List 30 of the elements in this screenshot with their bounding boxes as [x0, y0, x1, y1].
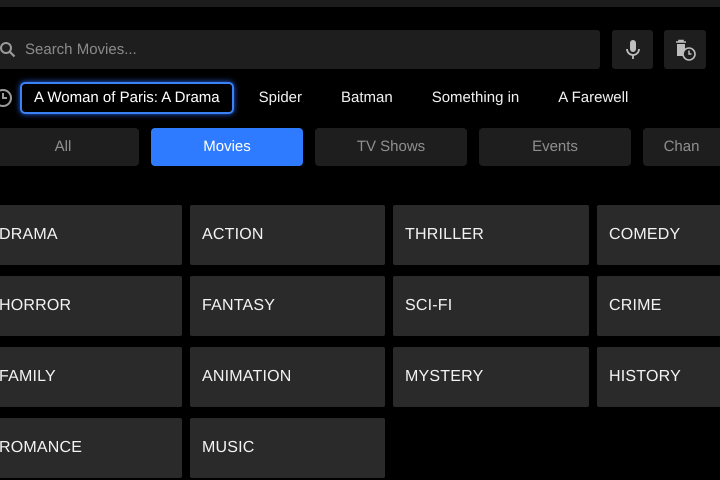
genre-tile[interactable]: MUSIC	[190, 418, 385, 478]
genre-tile[interactable]: COMEDY	[597, 205, 720, 265]
search-field[interactable]: Search Movies...	[0, 30, 600, 69]
recent-search-chip[interactable]: Something in	[418, 82, 534, 114]
recent-search-chip[interactable]: Batman	[327, 82, 407, 114]
genre-tile[interactable]: FAMILY	[0, 347, 182, 407]
filter-tab[interactable]: TV Shows	[315, 128, 467, 166]
clear-history-button[interactable]	[664, 30, 706, 69]
genre-tile[interactable]: CRIME	[597, 276, 720, 336]
genre-tile[interactable]: HISTORY	[597, 347, 720, 407]
genre-tile[interactable]: ROMANCE	[0, 418, 182, 478]
genre-tile[interactable]: ACTION	[190, 205, 385, 265]
microphone-button[interactable]	[612, 30, 653, 69]
filter-tab[interactable]: Chan	[643, 128, 720, 166]
genre-tile[interactable]: THRILLER	[393, 205, 589, 265]
filter-tab[interactable]: Movies	[151, 128, 303, 166]
genre-tile[interactable]: FANTASY	[190, 276, 385, 336]
recent-search-chip[interactable]: A Farewell	[544, 82, 642, 114]
filter-tab[interactable]: Events	[479, 128, 631, 166]
search-icon	[0, 41, 16, 58]
trash-clock-icon	[674, 38, 696, 60]
recent-search-chip[interactable]: A Woman of Paris: A Drama	[20, 82, 234, 114]
genre-tile[interactable]: SCI-FI	[393, 276, 589, 336]
genre-tile[interactable]: DRAMA	[0, 205, 182, 265]
recent-search-chip[interactable]: Spider	[244, 82, 316, 114]
genre-tile[interactable]: MYSTERY	[393, 347, 589, 407]
genre-tile[interactable]: HORROR	[0, 276, 182, 336]
genre-tile[interactable]: ANIMATION	[190, 347, 385, 407]
filter-tab[interactable]: All	[0, 128, 139, 166]
microphone-icon	[626, 40, 640, 60]
